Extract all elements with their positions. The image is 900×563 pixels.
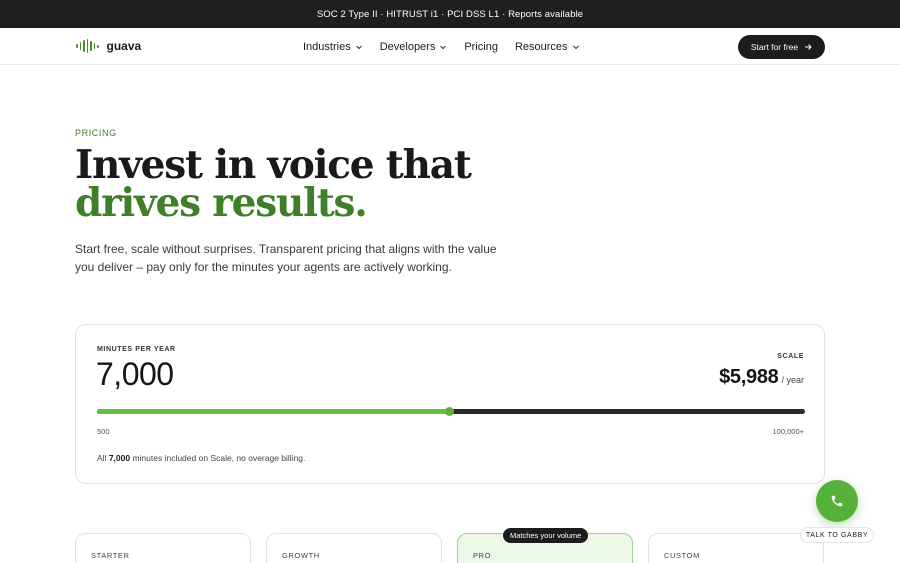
start-free-button[interactable]: Start for free: [738, 35, 825, 59]
waveform-icon: [76, 39, 99, 53]
chevron-down-icon: [572, 45, 579, 49]
price-display: $5,988 / year: [719, 366, 804, 389]
slider-min-label: 500: [97, 427, 110, 436]
plan-label: SCALE: [777, 353, 804, 360]
slider-max-label: 100,000+: [772, 427, 805, 436]
match-badge: Matches your volume: [503, 528, 589, 543]
plan-card-starter[interactable]: STARTER: [75, 533, 251, 563]
announcement-bar: SOC 2 Type II · HITRUST i1 · PCI DSS L1 …: [0, 0, 900, 28]
plan-name: CUSTOM: [664, 551, 700, 560]
pricing-calculator: MINUTES PER YEAR 7,000 SCALE $5,988 / ye…: [75, 324, 825, 484]
title-line-2: drives results.: [75, 180, 368, 226]
note-suffix: minutes included on Scale, no overage bi…: [130, 453, 306, 463]
nav-links: Industries Developers Pricing Resources: [303, 28, 580, 65]
nav-link-industries[interactable]: Industries: [303, 41, 363, 53]
logo[interactable]: guava: [76, 39, 141, 53]
minutes-label: MINUTES PER YEAR: [97, 346, 176, 353]
pricing-eyebrow: PRICING: [75, 128, 117, 138]
slider-thumb[interactable]: [445, 407, 455, 416]
minutes-value: 7,000: [96, 356, 174, 392]
plan-name: STARTER: [91, 551, 130, 560]
call-button[interactable]: [816, 480, 858, 522]
plan-card-growth[interactable]: GROWTH: [266, 533, 442, 563]
nav-link-label: Industries: [303, 40, 351, 53]
minutes-note: All 7,000 minutes included on Scale, no …: [97, 453, 305, 463]
note-minutes: 7,000: [108, 453, 131, 463]
plan-card-custom[interactable]: CUSTOM: [648, 533, 824, 563]
page-title: Invest in voice that drives results.: [75, 146, 472, 226]
main-nav: guava Industries Developers Pricing Reso…: [0, 28, 900, 65]
nav-link-label: Developers: [379, 40, 436, 53]
logo-text: guava: [106, 39, 142, 53]
slider-fill: [97, 409, 450, 414]
minutes-slider[interactable]: [97, 407, 805, 416]
nav-link-resources[interactable]: Resources: [515, 41, 580, 53]
phone-icon: [831, 495, 843, 507]
chevron-down-icon: [440, 45, 447, 49]
nav-link-label: Resources: [514, 40, 568, 53]
talk-to-gabby-button[interactable]: TALK TO GABBY: [800, 527, 874, 543]
nav-link-pricing[interactable]: Pricing: [464, 41, 498, 53]
plan-name: PRO: [473, 551, 492, 560]
price-amount: $5,988: [719, 366, 779, 388]
arrow-right-icon: [805, 44, 812, 50]
price-period: / year: [781, 375, 804, 385]
hero-subtitle: Start free, scale without surprises. Tra…: [75, 242, 497, 274]
nav-link-label: Pricing: [464, 40, 498, 53]
start-free-label: Start for free: [750, 42, 799, 52]
chevron-down-icon: [355, 45, 362, 49]
announcement-text[interactable]: SOC 2 Type II · HITRUST i1 · PCI DSS L1 …: [317, 9, 583, 20]
note-prefix: All: [97, 453, 109, 463]
plan-name: GROWTH: [282, 551, 320, 560]
nav-link-developers[interactable]: Developers: [380, 41, 448, 53]
